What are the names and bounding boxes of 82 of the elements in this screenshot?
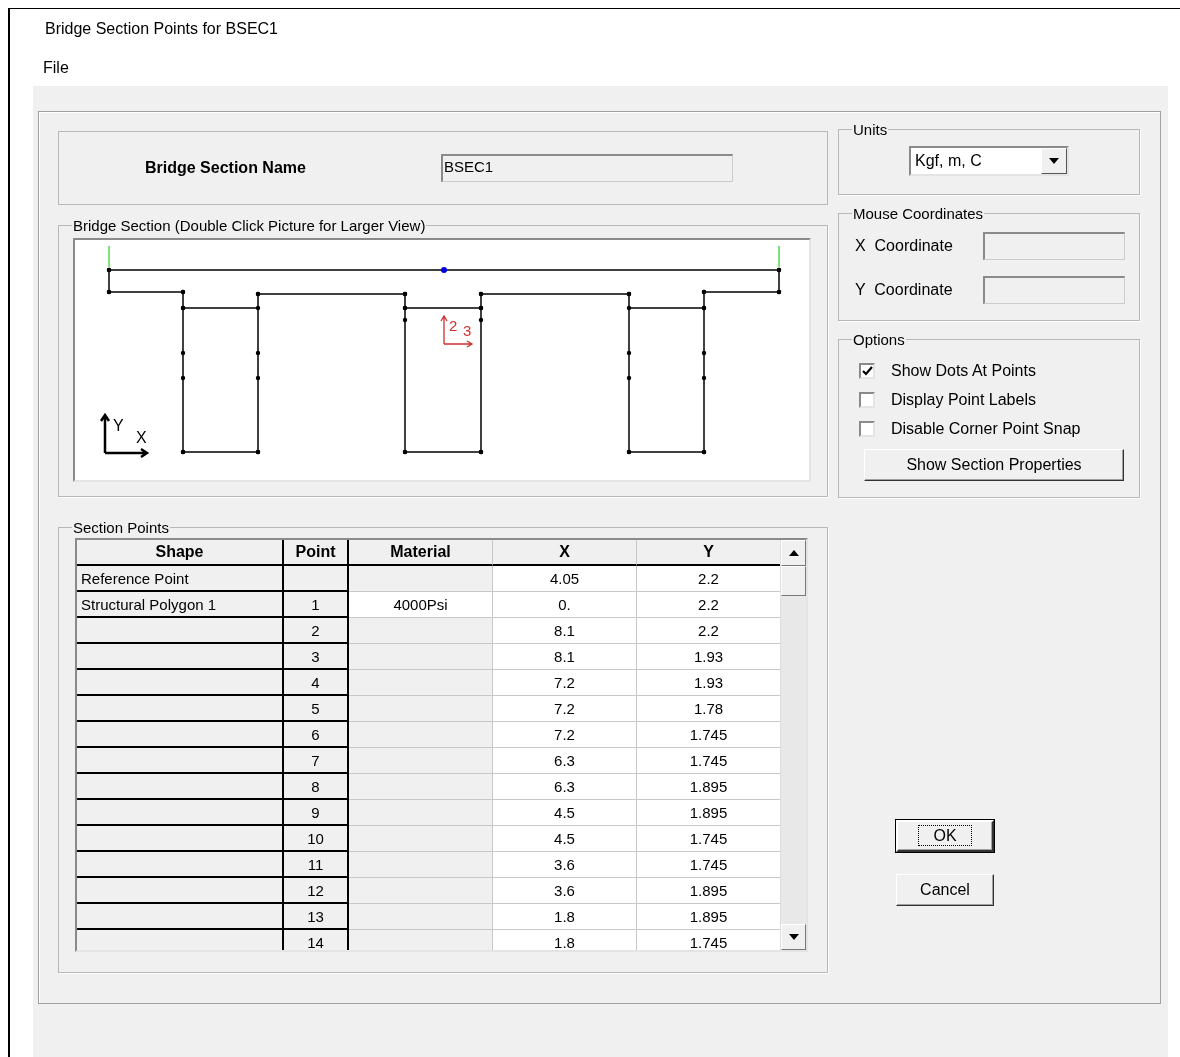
- checkbox-label[interactable]: Show Dots At Points: [891, 362, 1036, 380]
- name-field[interactable]: BSEC1: [441, 154, 733, 182]
- table-cell: 1: [284, 592, 349, 618]
- column-header[interactable]: Point: [284, 540, 349, 566]
- group-title: Section Points: [72, 519, 170, 536]
- column-header[interactable]: Material: [349, 540, 493, 566]
- table-cell: 2.2: [637, 592, 781, 618]
- table-cell: 4: [284, 670, 349, 696]
- show-properties-button[interactable]: Show Section Properties: [864, 449, 1124, 481]
- column-header[interactable]: Shape: [77, 540, 284, 566]
- table-cell: 1.93: [637, 644, 781, 670]
- table-cell: 13: [284, 904, 349, 930]
- table-cell: 9: [284, 800, 349, 826]
- checkbox[interactable]: [859, 392, 875, 408]
- field-label: Bridge Section Name: [145, 159, 307, 177]
- table-cell: 8.1: [493, 644, 637, 670]
- table-cell: 2: [284, 618, 349, 644]
- table-cell: 2.2: [637, 618, 781, 644]
- dialog-button[interactable]: OK: [896, 820, 994, 852]
- table-cell: 7.2: [493, 696, 637, 722]
- coordinate-field[interactable]: [983, 276, 1125, 304]
- caret-icon[interactable]: [1041, 148, 1067, 174]
- checkbox[interactable]: [859, 421, 875, 437]
- table-cell: 1.895: [637, 800, 781, 826]
- table-cell: 4000Psi: [349, 592, 493, 618]
- table-cell: 11: [284, 852, 349, 878]
- dialog-button[interactable]: Cancel: [896, 874, 994, 906]
- scroll-thumb[interactable]: [781, 566, 806, 596]
- field-label: Y Coordinate: [855, 281, 953, 299]
- table-cell: 1.745: [637, 930, 781, 950]
- table-cell: 4.5: [493, 826, 637, 852]
- scrollbar[interactable]: [780, 540, 806, 950]
- coordinate-field[interactable]: [983, 232, 1125, 260]
- group-title: Bridge Section (Double Click Picture for Larger View): [72, 217, 427, 234]
- up-triangle-icon: [788, 550, 799, 556]
- table-cell: 6: [284, 722, 349, 748]
- checkbox[interactable]: [859, 363, 875, 379]
- scroll-up-button[interactable]: [781, 540, 806, 566]
- table-cell: 8.1: [493, 618, 637, 644]
- checkbox-label[interactable]: Disable Corner Point Snap: [891, 420, 1081, 438]
- table-cell: 1.745: [637, 722, 781, 748]
- section-drawing[interactable]: 2 3 Y X: [75, 240, 809, 480]
- table-cell: 12: [284, 878, 349, 904]
- window-title: Bridge Section Points for BSEC1: [44, 19, 279, 39]
- table-cell: 3.6: [493, 852, 637, 878]
- table-cell: 1.8: [493, 930, 637, 950]
- table-cell: Reference Point: [77, 566, 284, 592]
- table-cell: 6.3: [493, 748, 637, 774]
- table-cell: 1.745: [637, 748, 781, 774]
- table-cell: 1.895: [637, 774, 781, 800]
- table-cell: 4.05: [493, 566, 637, 592]
- table-cell: 1.93: [637, 670, 781, 696]
- table-cell: 3.6: [493, 878, 637, 904]
- group-title: Units: [852, 121, 889, 138]
- table-cell: 1.895: [637, 878, 781, 904]
- checkbox-label[interactable]: Display Point Labels: [891, 391, 1036, 409]
- table-cell: 2.2: [637, 566, 781, 592]
- table-cell: 8: [284, 774, 349, 800]
- table-cell: 1.8: [493, 904, 637, 930]
- down-triangle-icon: [788, 934, 799, 940]
- table-cell: 1.745: [637, 852, 781, 878]
- table-cell: 10: [284, 826, 349, 852]
- table-cell: Structural Polygon 1: [77, 592, 284, 618]
- table-cell: 3: [284, 644, 349, 670]
- group-title: Options: [852, 331, 906, 348]
- scroll-down-button[interactable]: [781, 924, 806, 950]
- table-cell: 4.5: [493, 800, 637, 826]
- table-cell: [284, 566, 349, 592]
- table-cell: 5: [284, 696, 349, 722]
- table-cell: 7.2: [493, 722, 637, 748]
- table-cell: 7.2: [493, 670, 637, 696]
- column-header[interactable]: X: [493, 540, 637, 566]
- units-dropdown[interactable]: Kgf, m, C: [909, 146, 1069, 176]
- table-cell: 1.745: [637, 826, 781, 852]
- group-title: Mouse Coordinates: [852, 205, 985, 222]
- table-cell: 7: [284, 748, 349, 774]
- table-cell: 6.3: [493, 774, 637, 800]
- table-cell: 1.78: [637, 696, 781, 722]
- table-cell: 1.895: [637, 904, 781, 930]
- field-label: X Coordinate: [855, 237, 953, 255]
- menu-item[interactable]: File: [43, 59, 69, 77]
- table-cell: 0.: [493, 592, 637, 618]
